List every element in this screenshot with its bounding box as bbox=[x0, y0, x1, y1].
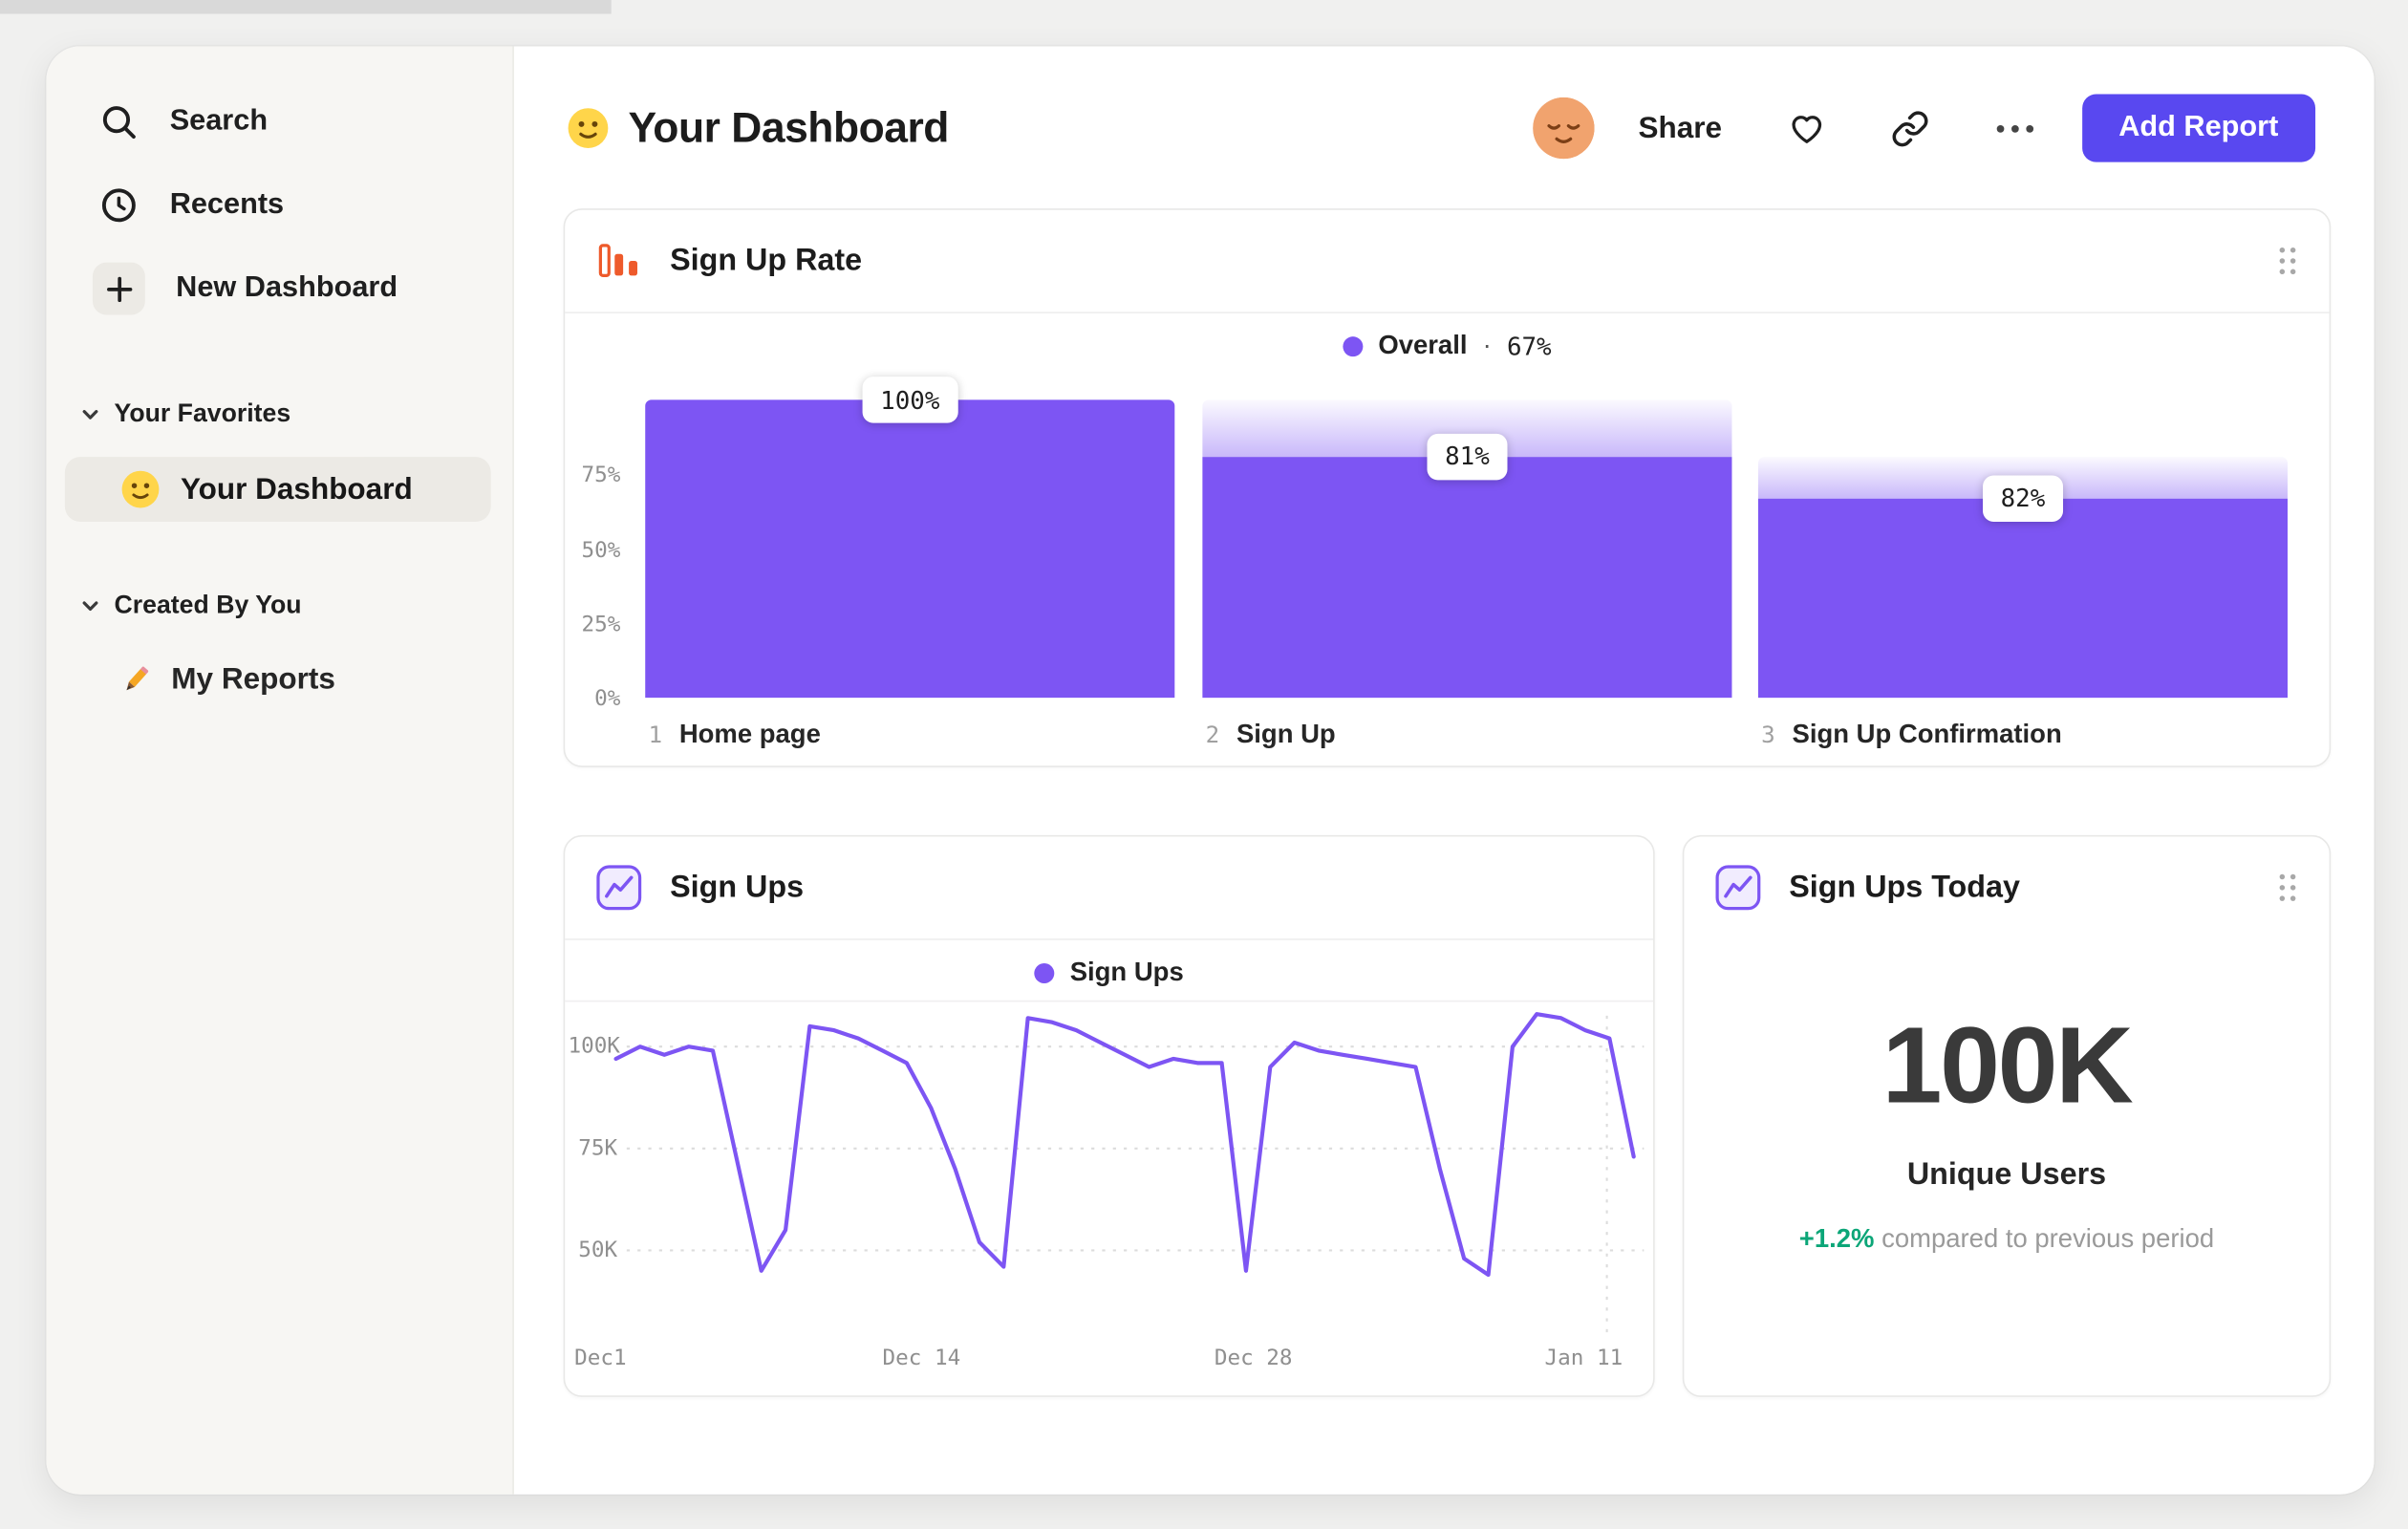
metric-card: Sign Ups Today 100K Unique Users +1.2% c… bbox=[1682, 834, 2332, 1397]
funnel-chart-icon bbox=[596, 238, 642, 284]
sidebar-item-your-dashboard[interactable]: Your Dashboard bbox=[64, 457, 491, 522]
pencil-emoji-icon bbox=[118, 660, 155, 698]
funnel-bar-sign-up-confirmation[interactable]: 82% bbox=[1757, 456, 2288, 699]
sidebar-item-recents[interactable]: Recents bbox=[46, 163, 512, 247]
app-window: Search Recents New Dashboard Your Favori… bbox=[46, 46, 2375, 1495]
drag-handle-icon[interactable] bbox=[2277, 246, 2299, 276]
funnel-card-header: Sign Up Rate bbox=[565, 210, 2330, 313]
delta-percent: +1.2% bbox=[1798, 1223, 1875, 1254]
funnel-step-name: Sign Up bbox=[1236, 719, 1336, 749]
smiley-emoji-icon bbox=[567, 106, 610, 149]
legend-divider bbox=[565, 1000, 1654, 1002]
line-chart-card: Sign Ups Sign Ups 100K 75K 50K Dec1 Dec 14 D… bbox=[563, 834, 1655, 1397]
line-x-tick: Dec 28 bbox=[1214, 1346, 1293, 1371]
legend-separator: · bbox=[1482, 330, 1492, 360]
sidebar-section-your-favorites[interactable]: Your Favorites bbox=[46, 383, 512, 445]
line-x-tick: Dec 14 bbox=[882, 1346, 961, 1371]
line-y-tick: 50K bbox=[578, 1238, 618, 1263]
clock-icon bbox=[98, 185, 139, 226]
funnel-y-tick: 0% bbox=[594, 686, 621, 712]
line-chart-icon bbox=[596, 865, 642, 911]
line-y-tick: 75K bbox=[578, 1135, 618, 1161]
metric-value: 100K bbox=[1881, 1004, 2134, 1126]
smiley-emoji-icon bbox=[120, 469, 161, 509]
sidebar-item-my-reports[interactable]: My Reports bbox=[46, 642, 512, 717]
metric-delta: +1.2% compared to previous period bbox=[1684, 1224, 2329, 1255]
sidebar-item-label: Search bbox=[169, 104, 269, 138]
card-title: Sign Up Rate bbox=[670, 243, 863, 277]
sidebar-item-search[interactable]: Search bbox=[46, 80, 512, 163]
funnel-y-tick: 75% bbox=[581, 463, 621, 488]
funnel-step-name: Sign Up Confirmation bbox=[1792, 719, 2062, 749]
legend-value: 67% bbox=[1506, 331, 1552, 361]
funnel-step-label: 3 Sign Up Confirmation bbox=[1761, 720, 2062, 750]
metric-card-header: Sign Ups Today bbox=[1684, 837, 2329, 939]
chevron-down-icon bbox=[80, 595, 100, 615]
legend-label: Overall bbox=[1378, 330, 1468, 360]
funnel-step-number: 2 bbox=[1205, 721, 1220, 749]
sidebar-item-label: Your Dashboard bbox=[180, 471, 413, 506]
line-x-tick: Jan 11 bbox=[1544, 1346, 1623, 1371]
sidebar-item-label: Recents bbox=[169, 188, 285, 221]
funnel-bar-fill bbox=[1757, 498, 2288, 699]
funnel-step-number: 3 bbox=[1761, 721, 1775, 749]
dashboard-header: Your Dashboard Share Add Report bbox=[567, 90, 2316, 167]
line-card-header: Sign Ups bbox=[565, 837, 1654, 940]
funnel-card: Sign Up Rate Overall · 67% 75% 50% 25% 0% 1… bbox=[563, 208, 2332, 767]
metric-label: Unique Users bbox=[1906, 1157, 2107, 1193]
funnel-step-name: Home page bbox=[678, 719, 821, 749]
drag-handle-icon[interactable] bbox=[2277, 872, 2299, 903]
funnel-bar-home-page[interactable]: 100% bbox=[645, 377, 1175, 699]
funnel-y-tick: 50% bbox=[581, 537, 621, 563]
window-artifact bbox=[0, 0, 612, 14]
funnel-bar-fill bbox=[645, 399, 1175, 699]
sidebar-item-label: New Dashboard bbox=[176, 271, 398, 305]
line-y-tick: 100K bbox=[568, 1034, 620, 1060]
line-chart-icon bbox=[1715, 865, 1761, 911]
legend-label: Sign Ups bbox=[1069, 957, 1184, 987]
funnel-legend[interactable]: Overall · 67% bbox=[565, 331, 2329, 361]
favorite-heart-icon[interactable] bbox=[1787, 109, 1825, 147]
legend-dot bbox=[1034, 962, 1055, 983]
add-report-button[interactable]: Add Report bbox=[2081, 94, 2316, 162]
funnel-bar-value: 81% bbox=[1426, 433, 1509, 480]
sidebar-section-title: Your Favorites bbox=[114, 398, 291, 427]
card-title: Sign Ups Today bbox=[1789, 870, 2020, 904]
card-title: Sign Ups bbox=[670, 870, 805, 904]
copy-link-icon[interactable] bbox=[1890, 109, 1928, 147]
share-button[interactable]: Share bbox=[1638, 110, 1722, 145]
search-icon bbox=[98, 102, 139, 142]
line-legend[interactable]: Sign Ups bbox=[565, 958, 1653, 988]
funnel-bar-sign-up[interactable]: 81% bbox=[1202, 399, 1732, 699]
plus-icon bbox=[92, 262, 145, 315]
legend-dot bbox=[1343, 335, 1364, 356]
sidebar: Search Recents New Dashboard Your Favori… bbox=[46, 46, 514, 1495]
line-x-tick: Dec1 bbox=[574, 1346, 627, 1371]
line-x-axis: Dec1 Dec 14 Dec 28 Jan 11 bbox=[565, 1346, 1653, 1377]
header-actions: Share Add Report bbox=[1533, 94, 2316, 162]
funnel-step-label: 1 Home page bbox=[648, 720, 820, 750]
main-content: Your Dashboard Share Add Report Sign Up … bbox=[513, 46, 2375, 1495]
more-options-icon[interactable] bbox=[1993, 121, 2035, 136]
funnel-bar-fill bbox=[1202, 456, 1732, 699]
sidebar-item-new-dashboard[interactable]: New Dashboard bbox=[46, 247, 512, 330]
delta-text: compared to previous period bbox=[1881, 1223, 2215, 1254]
chevron-down-icon bbox=[80, 403, 100, 423]
screen: Search Recents New Dashboard Your Favori… bbox=[0, 0, 2408, 1528]
sidebar-section-title: Created By You bbox=[114, 590, 302, 618]
funnel-bar-value: 100% bbox=[861, 377, 958, 423]
funnel-step-number: 1 bbox=[648, 721, 663, 749]
page-title: Your Dashboard bbox=[628, 103, 949, 152]
sidebar-item-label: My Reports bbox=[171, 661, 335, 696]
funnel-y-tick: 25% bbox=[581, 612, 621, 637]
funnel-bar-value: 82% bbox=[1982, 475, 2064, 522]
sidebar-section-created-by-you[interactable]: Created By You bbox=[46, 574, 512, 636]
funnel-step-label: 2 Sign Up bbox=[1206, 720, 1336, 750]
avatar[interactable] bbox=[1533, 97, 1596, 160]
